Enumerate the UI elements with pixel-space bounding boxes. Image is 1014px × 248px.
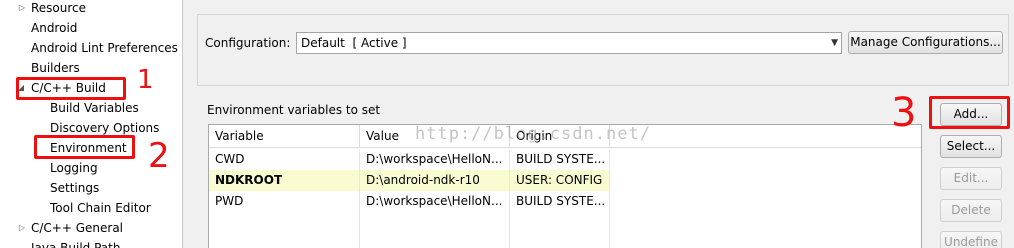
tree-item-resource[interactable]: Resource — [31, 0, 86, 18]
tree-item-tool-chain-editor[interactable]: Tool Chain Editor — [50, 198, 151, 218]
configuration-label: Configuration: — [205, 36, 291, 50]
env-section-label: Environment variables to set — [207, 103, 381, 117]
configuration-select[interactable]: Default [ Active ] ▼ — [296, 32, 842, 54]
tree-item-label: Settings — [50, 181, 100, 195]
column-header-variable[interactable]: Variable — [209, 125, 360, 148]
annotation-mark-2: 2 — [148, 136, 170, 176]
cell-empty — [209, 212, 360, 233]
table-row[interactable]: CWD D:\workspace\HelloN... BUILD SYSTE..… — [209, 149, 921, 170]
tree-item-builders[interactable]: Builders — [31, 58, 80, 78]
tree-item-settings[interactable]: Settings — [50, 178, 99, 198]
table-row[interactable]: PWD D:\workspace\HelloN... BUILD SYSTE..… — [209, 191, 921, 212]
cell-variable: CWD — [209, 149, 360, 170]
tree-item-label: Resource — [31, 1, 87, 15]
tree-item-build-variables[interactable]: Build Variables — [50, 98, 139, 118]
manage-configurations-button[interactable]: Manage Configurations... — [848, 31, 1003, 54]
cell-empty — [360, 212, 510, 233]
tree-item-label: Android — [31, 21, 78, 35]
cell-origin: USER: CONFIG — [510, 170, 610, 191]
tree-item-java-build-path[interactable]: Java Build Path — [31, 238, 120, 248]
cell-empty — [510, 212, 610, 233]
tree-item-label: C/C++ General — [31, 221, 124, 235]
tree-item-label: Java Build Path — [31, 241, 121, 248]
expand-arrow-icon[interactable]: ▷ — [17, 218, 27, 238]
column-header-filler — [610, 125, 921, 148]
edit-button[interactable]: Edit... — [940, 167, 1002, 190]
cell-empty — [209, 233, 360, 248]
tree-item-label: Build Variables — [50, 101, 139, 115]
tree-item-label: Tool Chain Editor — [50, 201, 151, 215]
tree-item-label: Builders — [31, 61, 80, 75]
cell-value: D:\workspace\HelloN... — [360, 149, 510, 170]
table-row-empty — [209, 212, 921, 233]
cell-value: D:\workspace\HelloN... — [360, 191, 510, 212]
cell-empty — [360, 233, 510, 248]
undefine-button[interactable]: Undefine — [940, 231, 1002, 248]
tree-item-logging[interactable]: Logging — [50, 158, 98, 178]
tree-item-label: Android Lint Preferences — [31, 41, 178, 55]
properties-tree: ▷ Resource Android Android Lint Preferen… — [0, 0, 183, 248]
tree-item-label: Logging — [50, 161, 98, 175]
chevron-down-icon: ▼ — [831, 38, 838, 48]
annotation-box-environment — [34, 135, 135, 159]
tree-item-android-lint-preferences[interactable]: Android Lint Preferences — [31, 38, 178, 58]
annotation-box-add — [929, 96, 1010, 129]
cell-variable: NDKROOT — [209, 170, 360, 191]
annotation-mark-1: 1 — [137, 65, 154, 95]
cell-value: D:\android-ndk-r10 — [360, 170, 510, 191]
cell-origin: BUILD SYSTE... — [510, 149, 610, 170]
table-row-empty — [209, 233, 921, 248]
delete-button[interactable]: Delete — [940, 199, 1002, 222]
cell-origin: BUILD SYSTE... — [510, 191, 610, 212]
annotation-mark-3: 3 — [891, 90, 917, 136]
cell-empty — [510, 233, 610, 248]
tree-item-android[interactable]: Android — [31, 18, 77, 38]
tree-item-cpp-general[interactable]: C/C++ General — [31, 218, 123, 238]
table-row[interactable]: NDKROOT D:\android-ndk-r10 USER: CONFIG — [209, 170, 921, 191]
watermark: http://blog.csdn.net/ — [415, 124, 651, 144]
select-button[interactable]: Select... — [940, 135, 1002, 158]
cell-variable: PWD — [209, 191, 360, 212]
configuration-selected-value: Default [ Active ] — [301, 36, 407, 50]
annotation-box-cpp-build — [16, 77, 126, 100]
expand-arrow-icon[interactable]: ▷ — [17, 0, 27, 18]
